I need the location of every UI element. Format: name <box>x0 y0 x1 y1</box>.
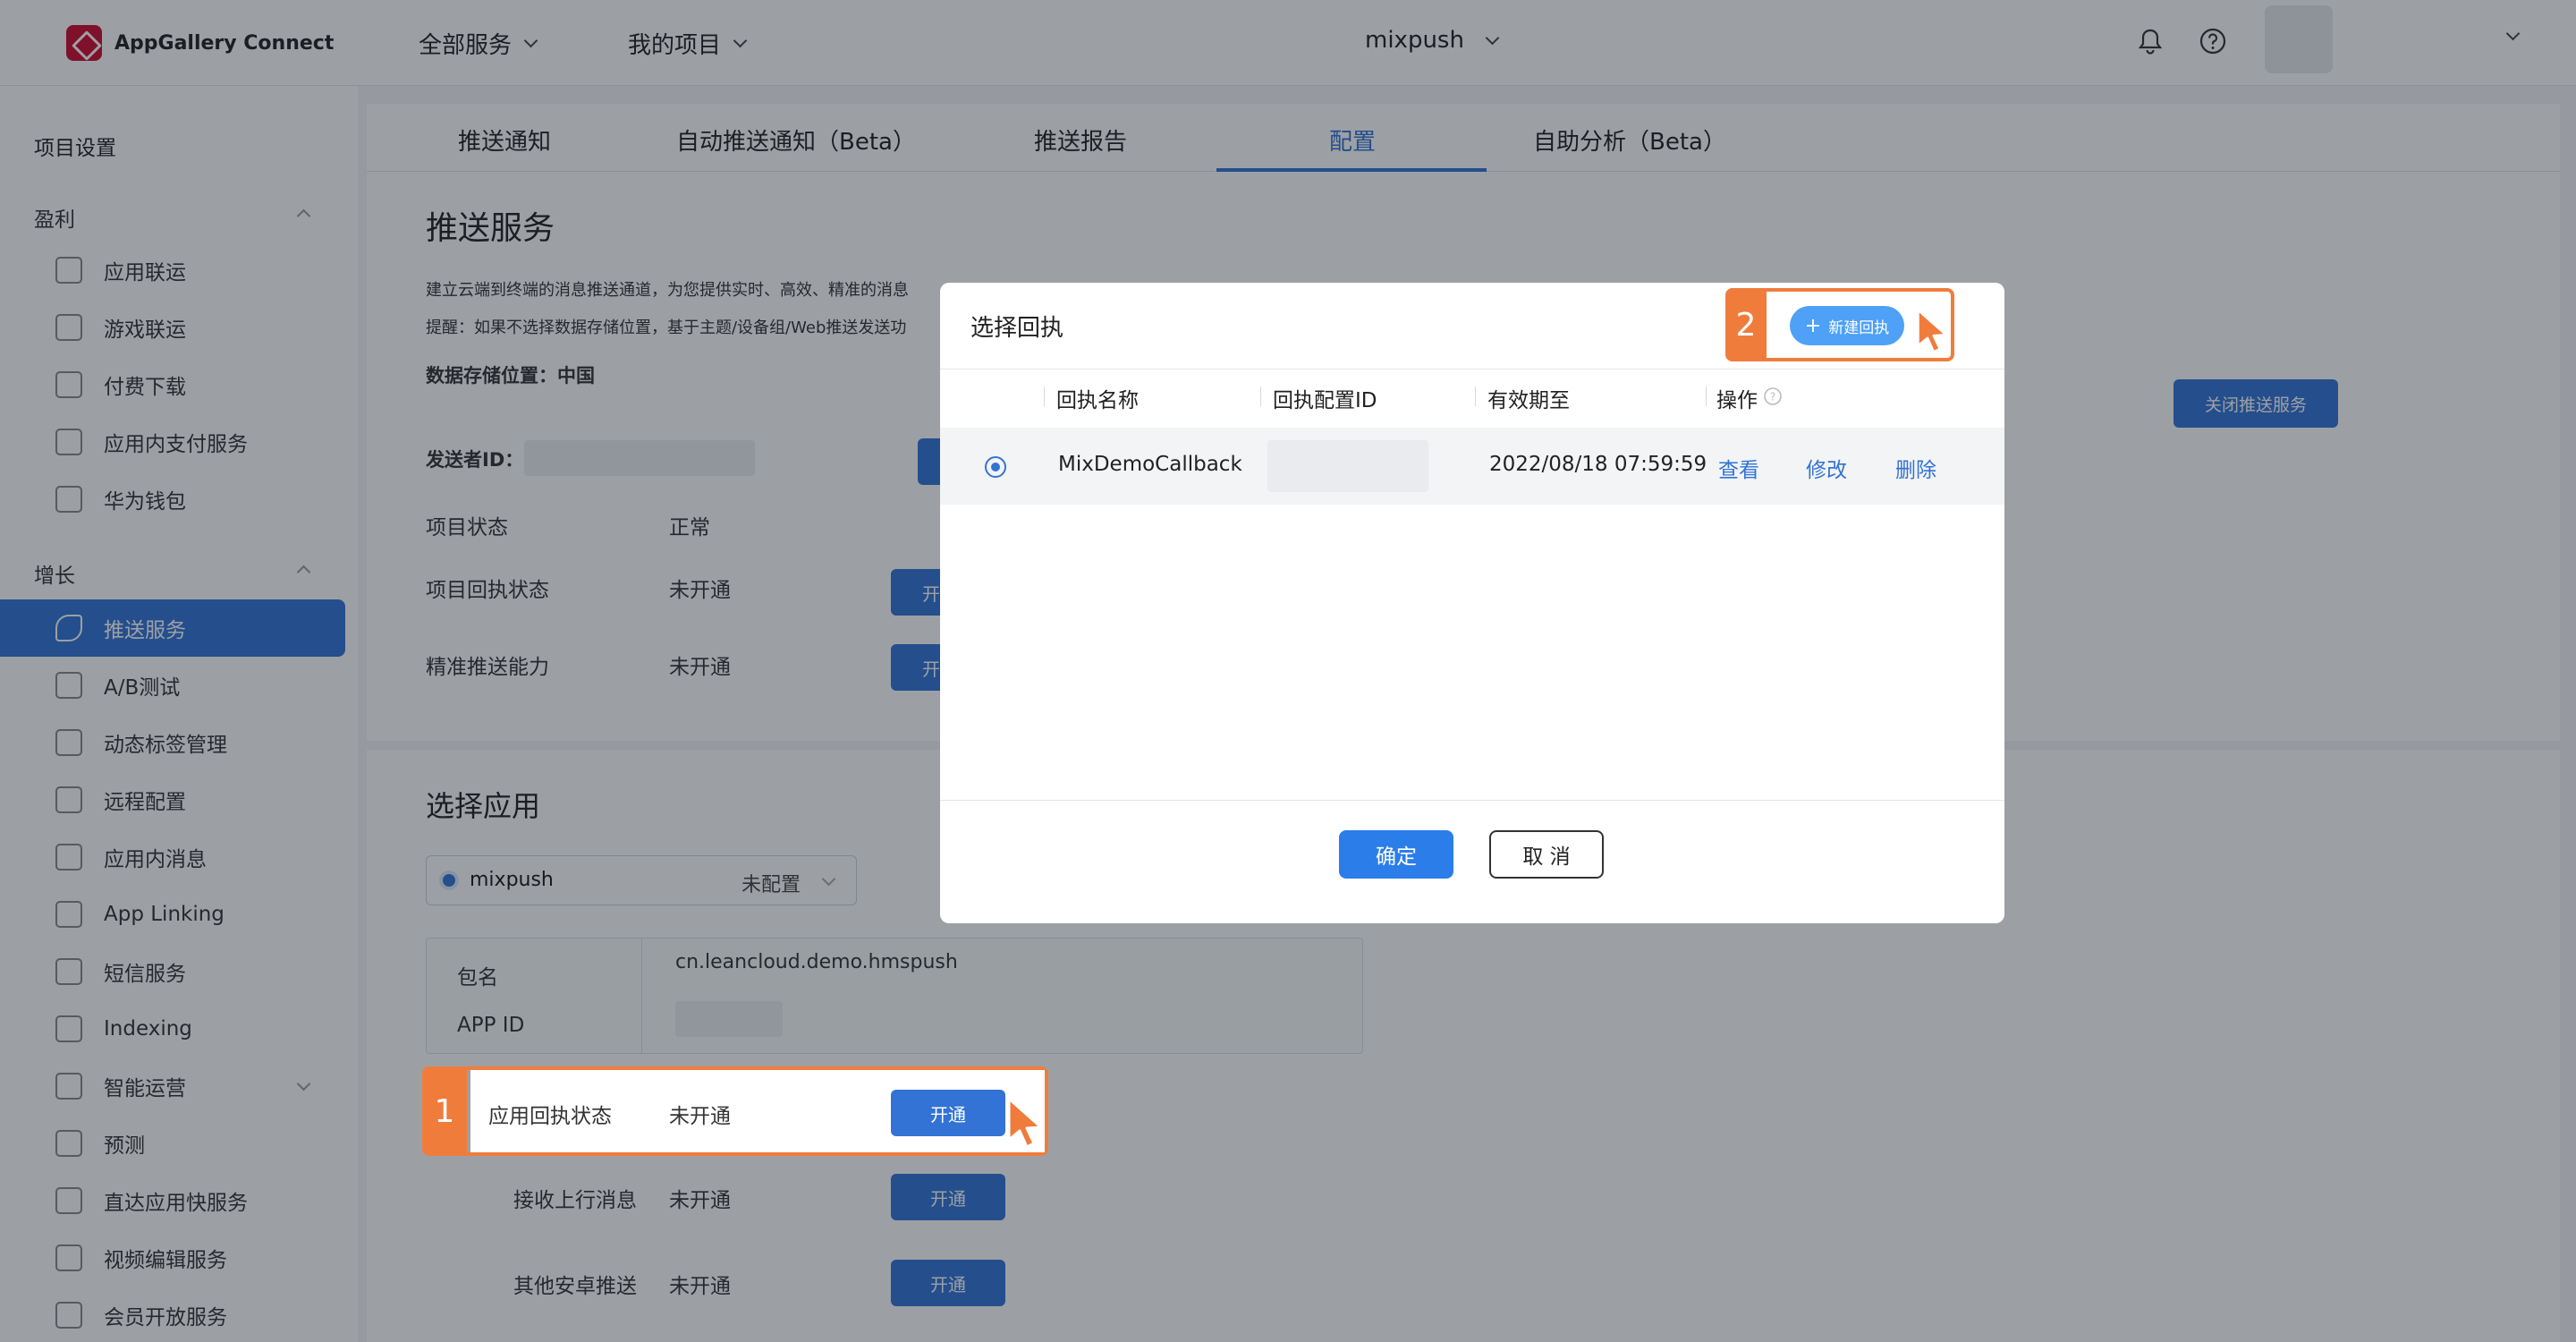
step1-badge: 1 <box>422 1066 467 1156</box>
row-radio[interactable] <box>985 456 1006 478</box>
cursor-icon <box>1007 1097 1043 1149</box>
svg-text:?: ? <box>1770 391 1775 403</box>
help-icon[interactable]: ? <box>1763 386 1783 406</box>
dialog-footer-divider <box>940 800 2004 801</box>
new-callback-label: 新建回执 <box>1828 319 1890 337</box>
column-separator <box>1044 386 1045 406</box>
new-callback-button[interactable]: + 新建回执 <box>1790 306 1904 345</box>
callback-expiry: 2022/08/18 07:59:59 <box>1489 453 1707 476</box>
column-callback-id: 回执配置ID <box>1273 389 1377 412</box>
step2-badge: 2 <box>1725 288 1767 361</box>
column-separator <box>1706 386 1707 406</box>
cursor-icon <box>1917 309 1948 353</box>
delete-link[interactable]: 删除 <box>1895 453 1936 483</box>
view-link[interactable]: 查看 <box>1718 453 1759 483</box>
step1-spotlight: 应用回执状态 未开通 开通 <box>470 1070 1045 1152</box>
column-separator <box>1260 386 1261 406</box>
callback-name: MixDemoCallback <box>1058 453 1242 476</box>
plus-icon: + <box>1804 314 1822 337</box>
cancel-button[interactable]: 取 消 <box>1489 830 1604 879</box>
column-actions: 操作 <box>1716 389 1758 412</box>
app-callback-status-label: 应用回执状态 <box>488 1105 612 1128</box>
app-callback-status-value: 未开通 <box>669 1105 731 1128</box>
column-separator <box>1475 386 1476 406</box>
table-row[interactable]: MixDemoCallback 2022/08/18 07:59:59 查看 修… <box>940 428 2004 505</box>
dialog-title: 选择回执 <box>970 315 1064 342</box>
column-callback-name: 回执名称 <box>1056 389 1139 412</box>
edit-link[interactable]: 修改 <box>1806 453 1847 483</box>
callback-id <box>1267 440 1428 492</box>
select-callback-dialog: 选择回执 2 + 新建回执 回执名称 回执配置ID 有效期至 操作 ? MixD… <box>940 283 2004 923</box>
enable-app-callback-button[interactable]: 开通 <box>891 1090 1005 1136</box>
confirm-button[interactable]: 确定 <box>1339 830 1453 879</box>
column-expiry: 有效期至 <box>1487 389 1570 412</box>
